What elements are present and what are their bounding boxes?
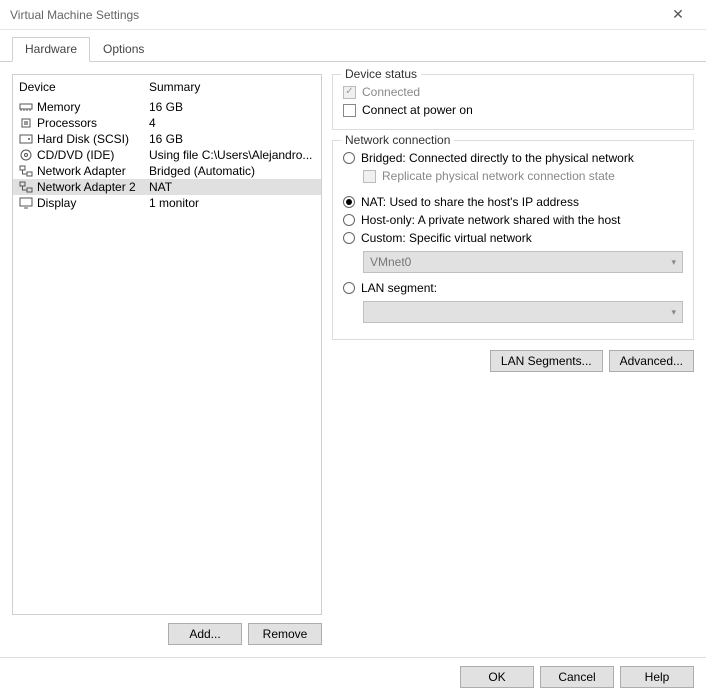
dialog-footer: OK Cancel Help xyxy=(0,657,706,696)
device-row-cddvd[interactable]: CD/DVD (IDE) Using file C:\Users\Alejand… xyxy=(13,147,321,163)
lansegment-label: LAN segment: xyxy=(361,281,437,295)
help-button[interactable]: Help xyxy=(620,666,694,688)
device-status-group: Device status ✓ Connected Connect at pow… xyxy=(332,74,694,130)
connected-checkbox: ✓ xyxy=(343,86,356,99)
custom-vmnet-combo: VMnet0 ▾ xyxy=(363,251,683,273)
device-row-processors[interactable]: Processors 4 xyxy=(13,115,321,131)
tab-hardware[interactable]: Hardware xyxy=(12,37,90,62)
device-list: Device Summary Memory 16 GB Processors 4… xyxy=(12,74,322,615)
network-connection-group: Network connection Bridged: Connected di… xyxy=(332,140,694,340)
tab-options[interactable]: Options xyxy=(90,37,157,62)
lansegment-combo: ▾ xyxy=(363,301,683,323)
titlebar: Virtual Machine Settings ✕ xyxy=(0,0,706,30)
connected-label: Connected xyxy=(362,85,420,99)
poweron-label: Connect at power on xyxy=(362,103,473,117)
remove-button[interactable]: Remove xyxy=(248,623,322,645)
network-icon xyxy=(19,165,33,177)
device-row-harddisk[interactable]: Hard Disk (SCSI) 16 GB xyxy=(13,131,321,147)
chevron-down-icon: ▾ xyxy=(671,257,676,268)
lansegment-radio[interactable] xyxy=(343,282,355,294)
hostonly-label: Host-only: A private network shared with… xyxy=(361,213,620,227)
device-row-netadapter[interactable]: Network Adapter Bridged (Automatic) xyxy=(13,163,321,179)
device-row-netadapter2[interactable]: Network Adapter 2 NAT xyxy=(13,179,321,195)
cd-icon xyxy=(19,149,33,161)
network-icon xyxy=(19,181,33,193)
window-title: Virtual Machine Settings xyxy=(10,8,139,22)
col-summary: Summary xyxy=(149,80,200,94)
poweron-checkbox[interactable] xyxy=(343,104,356,117)
disk-icon xyxy=(19,133,33,145)
lan-segments-button[interactable]: LAN Segments... xyxy=(490,350,603,372)
close-icon[interactable]: ✕ xyxy=(658,6,698,23)
bridged-radio[interactable] xyxy=(343,152,355,164)
custom-radio[interactable] xyxy=(343,232,355,244)
device-row-memory[interactable]: Memory 16 GB xyxy=(13,99,321,115)
device-row-display[interactable]: Display 1 monitor xyxy=(13,195,321,211)
device-status-legend: Device status xyxy=(341,67,421,81)
memory-icon xyxy=(19,101,33,113)
col-device: Device xyxy=(19,80,149,94)
nat-radio[interactable] xyxy=(343,196,355,208)
chevron-down-icon: ▾ xyxy=(671,307,676,318)
advanced-button[interactable]: Advanced... xyxy=(609,350,694,372)
cancel-button[interactable]: Cancel xyxy=(540,666,614,688)
hostonly-radio[interactable] xyxy=(343,214,355,226)
tabstrip: Hardware Options xyxy=(0,30,706,62)
bridged-label: Bridged: Connected directly to the physi… xyxy=(361,151,634,165)
nat-label: NAT: Used to share the host's IP address xyxy=(361,195,579,209)
device-list-header: Device Summary xyxy=(13,75,321,99)
display-icon xyxy=(19,197,33,209)
ok-button[interactable]: OK xyxy=(460,666,534,688)
replicate-checkbox xyxy=(363,170,376,183)
add-button[interactable]: Add... xyxy=(168,623,242,645)
replicate-label: Replicate physical network connection st… xyxy=(382,169,615,183)
custom-label: Custom: Specific virtual network xyxy=(361,231,532,245)
network-connection-legend: Network connection xyxy=(341,133,454,147)
cpu-icon xyxy=(19,117,33,129)
